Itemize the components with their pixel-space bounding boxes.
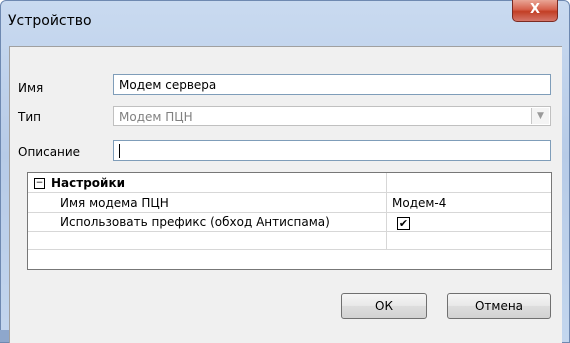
settings-grid: − Настройки Имя модема ПЦН Модем-4 Испол…	[27, 172, 552, 270]
text-cursor	[119, 144, 120, 158]
check-icon: ✔	[398, 217, 409, 230]
grid-row-divider	[28, 249, 551, 250]
type-select[interactable]: Модем ПЦН ▼	[113, 106, 551, 126]
close-button[interactable]: X	[512, 0, 558, 22]
type-value: Модем ПЦН	[119, 110, 193, 124]
name-value: Модем сервера	[119, 78, 217, 92]
name-label: Имя	[18, 81, 44, 95]
collapse-icon[interactable]: −	[34, 178, 45, 189]
ok-button[interactable]: ОК	[341, 293, 427, 319]
use-prefix-checkbox[interactable]: ✔	[397, 217, 410, 230]
name-field[interactable]: Модем сервера	[113, 74, 551, 95]
window-title: Устройство	[8, 13, 92, 29]
modem-name-label: Имя модема ПЦН	[60, 196, 169, 210]
description-field[interactable]	[113, 140, 551, 161]
settings-section-title: Настройки	[51, 176, 126, 190]
grid-column-divider	[386, 173, 387, 249]
type-label: Тип	[18, 110, 41, 124]
grid-row-divider	[28, 231, 551, 232]
cancel-button[interactable]: Отмена	[447, 293, 551, 319]
use-prefix-label: Использовать префикс (обход Антиспама)	[60, 215, 330, 229]
grid-row-divider	[28, 192, 551, 193]
grid-row-divider	[28, 212, 551, 213]
modem-name-value[interactable]: Модем-4	[392, 196, 446, 210]
chevron-down-icon[interactable]: ▼	[531, 108, 549, 124]
description-label: Описание	[18, 145, 81, 159]
